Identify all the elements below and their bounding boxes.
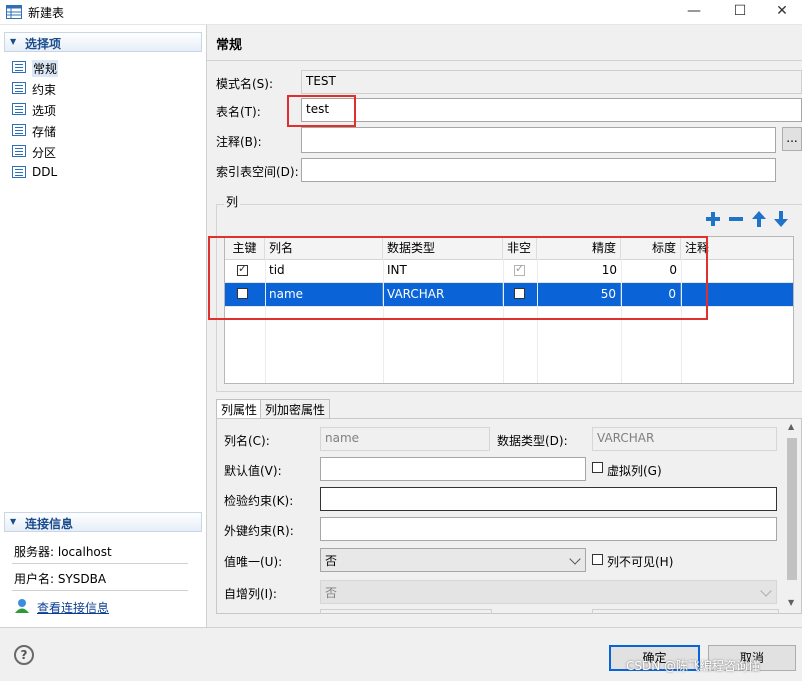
move-up-icon[interactable] — [752, 211, 766, 227]
server-info: 服务器: localhost — [14, 545, 112, 559]
schema-label: 模式名(S): — [216, 77, 274, 91]
page-title: 常规 — [216, 38, 243, 53]
comment-input[interactable] — [301, 127, 776, 153]
close-button[interactable]: ✕ — [762, 0, 802, 24]
default-input[interactable] — [320, 457, 586, 481]
move-down-icon[interactable] — [774, 211, 788, 227]
table-app-icon — [6, 5, 22, 19]
page-icon — [12, 124, 26, 136]
user-info: 用户名: SYSDBA — [14, 572, 107, 586]
collapse-icon: ▼ — [10, 517, 17, 526]
unique-label: 值唯一(U): — [224, 555, 283, 569]
colname-field: name — [320, 427, 490, 451]
add-column-icon[interactable] — [705, 212, 721, 226]
invisible-label: 列不可见(H) — [607, 555, 674, 569]
page-icon — [12, 61, 26, 73]
watermark-text: CSDN @陈飞编程咨询懂 — [626, 659, 761, 673]
unique-select[interactable]: 否 — [320, 548, 586, 572]
page-icon — [12, 166, 26, 178]
sidebar-item-label: 常规 — [32, 60, 59, 77]
columns-group-title: 列 — [224, 193, 241, 210]
minimize-button[interactable]: — — [674, 0, 714, 24]
connection-icon — [15, 599, 29, 613]
table-name-label: 表名(T): — [216, 105, 261, 119]
scroll-up-icon[interactable]: ▲ — [788, 422, 794, 431]
page-icon — [12, 145, 26, 157]
table-name-input[interactable]: test — [301, 98, 802, 122]
check-label: 检验约束(K): — [224, 494, 294, 508]
connection-section-title: 连接信息 — [25, 517, 74, 531]
default-label: 默认值(V): — [224, 464, 282, 478]
page-icon — [12, 103, 26, 115]
left-panel: ▼ 选择项 常规 约束 选项 存储 分区 DDL ▼ 连接信息 服务器: loc… — [0, 25, 207, 627]
datatype-label: 数据类型(D): — [497, 434, 568, 448]
schema-field: TEST — [301, 70, 802, 94]
highlight-box — [208, 236, 708, 320]
help-icon[interactable]: ? — [14, 645, 34, 665]
tablespace-label: 索引表空间(D): — [216, 165, 299, 179]
options-section-title: 选择项 — [25, 37, 62, 51]
sidebar-item-ddl[interactable]: DDL — [12, 163, 162, 183]
sidebar-item-label: 分区 — [32, 146, 57, 160]
scrollbar-thumb[interactable] — [787, 438, 797, 580]
sidebar-item-label: 存储 — [32, 125, 57, 139]
sidebar-item-storage[interactable]: 存储 — [12, 121, 162, 141]
check-input[interactable] — [320, 487, 777, 511]
unique-select-value: 否 — [325, 554, 338, 568]
collapse-icon: ▼ — [10, 37, 17, 46]
divider — [12, 590, 188, 591]
title-bar: 新建表 — ☐ ✕ — [0, 0, 802, 25]
invisible-checkbox[interactable] — [592, 554, 603, 565]
virtual-label: 虚拟列(G) — [607, 464, 662, 478]
next-field-edge — [592, 609, 779, 614]
sidebar-item-partition[interactable]: 分区 — [12, 142, 162, 162]
divider — [207, 60, 802, 61]
fk-input[interactable] — [320, 517, 777, 541]
more-button[interactable]: ... — [782, 127, 802, 151]
chevron-down-icon — [760, 585, 772, 597]
tab-column-encryption[interactable]: 列加密属性 — [260, 399, 331, 419]
sidebar-item-label: 约束 — [32, 83, 57, 97]
tab-column-properties[interactable]: 列属性 — [216, 399, 263, 419]
scrollbar[interactable]: ▲ ▼ — [784, 420, 800, 612]
sidebar-item-label: 选项 — [32, 104, 57, 118]
tablespace-input[interactable] — [301, 158, 776, 182]
identity-select: 否 — [320, 580, 777, 604]
highlight-box — [287, 95, 356, 127]
sidebar-item-constraints[interactable]: 约束 — [12, 79, 162, 99]
options-section-header[interactable]: ▼ 选择项 — [4, 32, 202, 52]
divider — [0, 627, 802, 628]
scroll-down-icon[interactable]: ▼ — [788, 598, 794, 607]
colname-label: 列名(C): — [224, 434, 270, 448]
page-icon — [12, 82, 26, 94]
view-connection-link[interactable]: 查看连接信息 — [37, 599, 109, 616]
window-title: 新建表 — [28, 6, 65, 20]
comment-label: 注释(B): — [216, 135, 262, 149]
maximize-button[interactable]: ☐ — [720, 0, 760, 24]
virtual-checkbox[interactable] — [592, 462, 603, 473]
chevron-down-icon — [569, 553, 581, 565]
fk-label: 外键约束(R): — [224, 524, 294, 538]
divider — [12, 563, 188, 564]
sidebar-item-options[interactable]: 选项 — [12, 100, 162, 120]
next-field-edge — [320, 609, 492, 614]
sidebar-item-label: DDL — [32, 165, 58, 179]
connection-section-header[interactable]: ▼ 连接信息 — [4, 512, 202, 532]
datatype-field: VARCHAR — [592, 427, 777, 451]
identity-select-value: 否 — [325, 586, 338, 600]
remove-column-icon[interactable] — [728, 212, 744, 226]
identity-label: 自增列(I): — [224, 587, 277, 601]
sidebar-item-general[interactable]: 常规 — [12, 58, 162, 78]
